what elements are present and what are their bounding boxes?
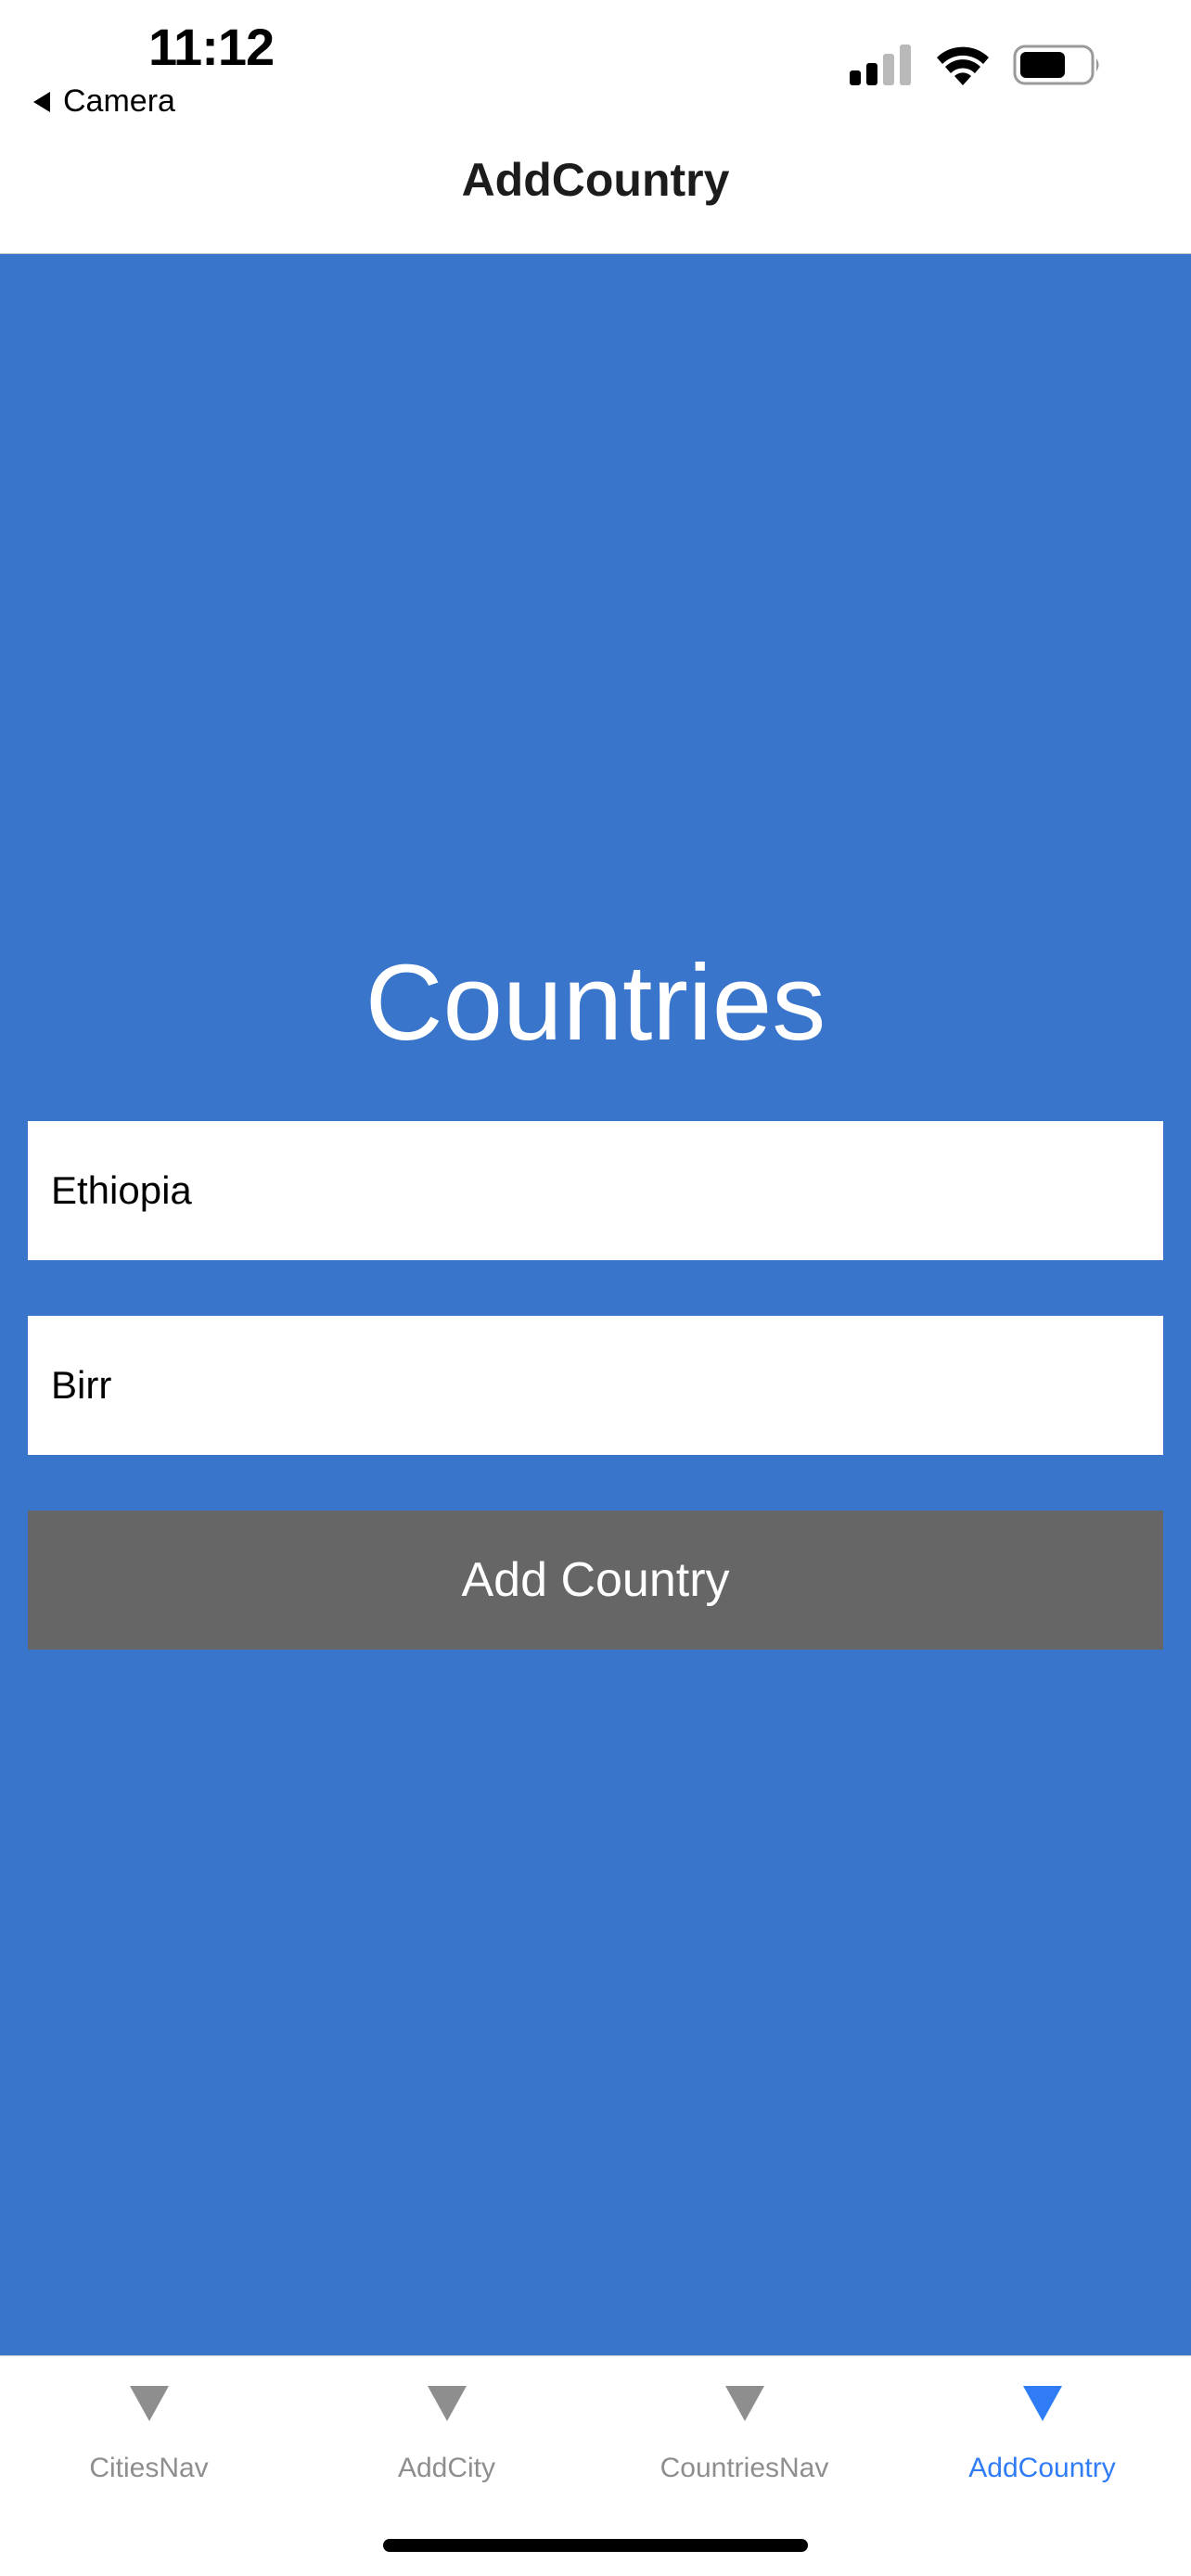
screen: 11:12 Camera AddCountry Countries Ethiop… — [0, 0, 1191, 2576]
battery-icon — [1013, 45, 1099, 85]
countries-heading: Countries — [365, 942, 826, 1063]
triangle-down-icon — [427, 2386, 467, 2421]
status-bar: 11:12 Camera — [0, 0, 1191, 130]
tab-label: AddCountry — [968, 2453, 1116, 2483]
home-indicator[interactable] — [383, 2539, 808, 2552]
triangle-down-icon — [1022, 2386, 1062, 2421]
currency-field[interactable]: Birr — [28, 1316, 1163, 1455]
navigation-bar: AddCountry — [0, 130, 1191, 254]
tab-label: AddCity — [397, 2453, 496, 2483]
main-content: Countries Ethiopia Birr Add Country — [0, 254, 1191, 2355]
tab-label: CountriesNav — [660, 2453, 829, 2483]
triangle-down-icon — [129, 2386, 169, 2421]
add-country-button[interactable]: Add Country — [28, 1511, 1163, 1650]
tab-addcity[interactable]: AddCity — [298, 2356, 596, 2486]
triangle-down-icon — [724, 2386, 764, 2421]
signal-icon — [850, 45, 911, 85]
tab-citiesnav[interactable]: CitiesNav — [0, 2356, 298, 2486]
wifi-icon — [937, 46, 989, 85]
country-name-field[interactable]: Ethiopia — [28, 1121, 1163, 1260]
tab-countriesnav[interactable]: CountriesNav — [596, 2356, 893, 2486]
status-icons — [850, 45, 1102, 85]
back-to-camera-link[interactable]: Camera — [33, 83, 175, 120]
back-arrow-icon — [33, 91, 50, 112]
back-link-label: Camera — [63, 83, 175, 119]
tab-addcountry[interactable]: AddCountry — [893, 2356, 1191, 2486]
tab-label: CitiesNav — [89, 2453, 209, 2483]
page-title: AddCountry — [461, 153, 730, 206]
status-time: 11:12 — [148, 18, 275, 76]
